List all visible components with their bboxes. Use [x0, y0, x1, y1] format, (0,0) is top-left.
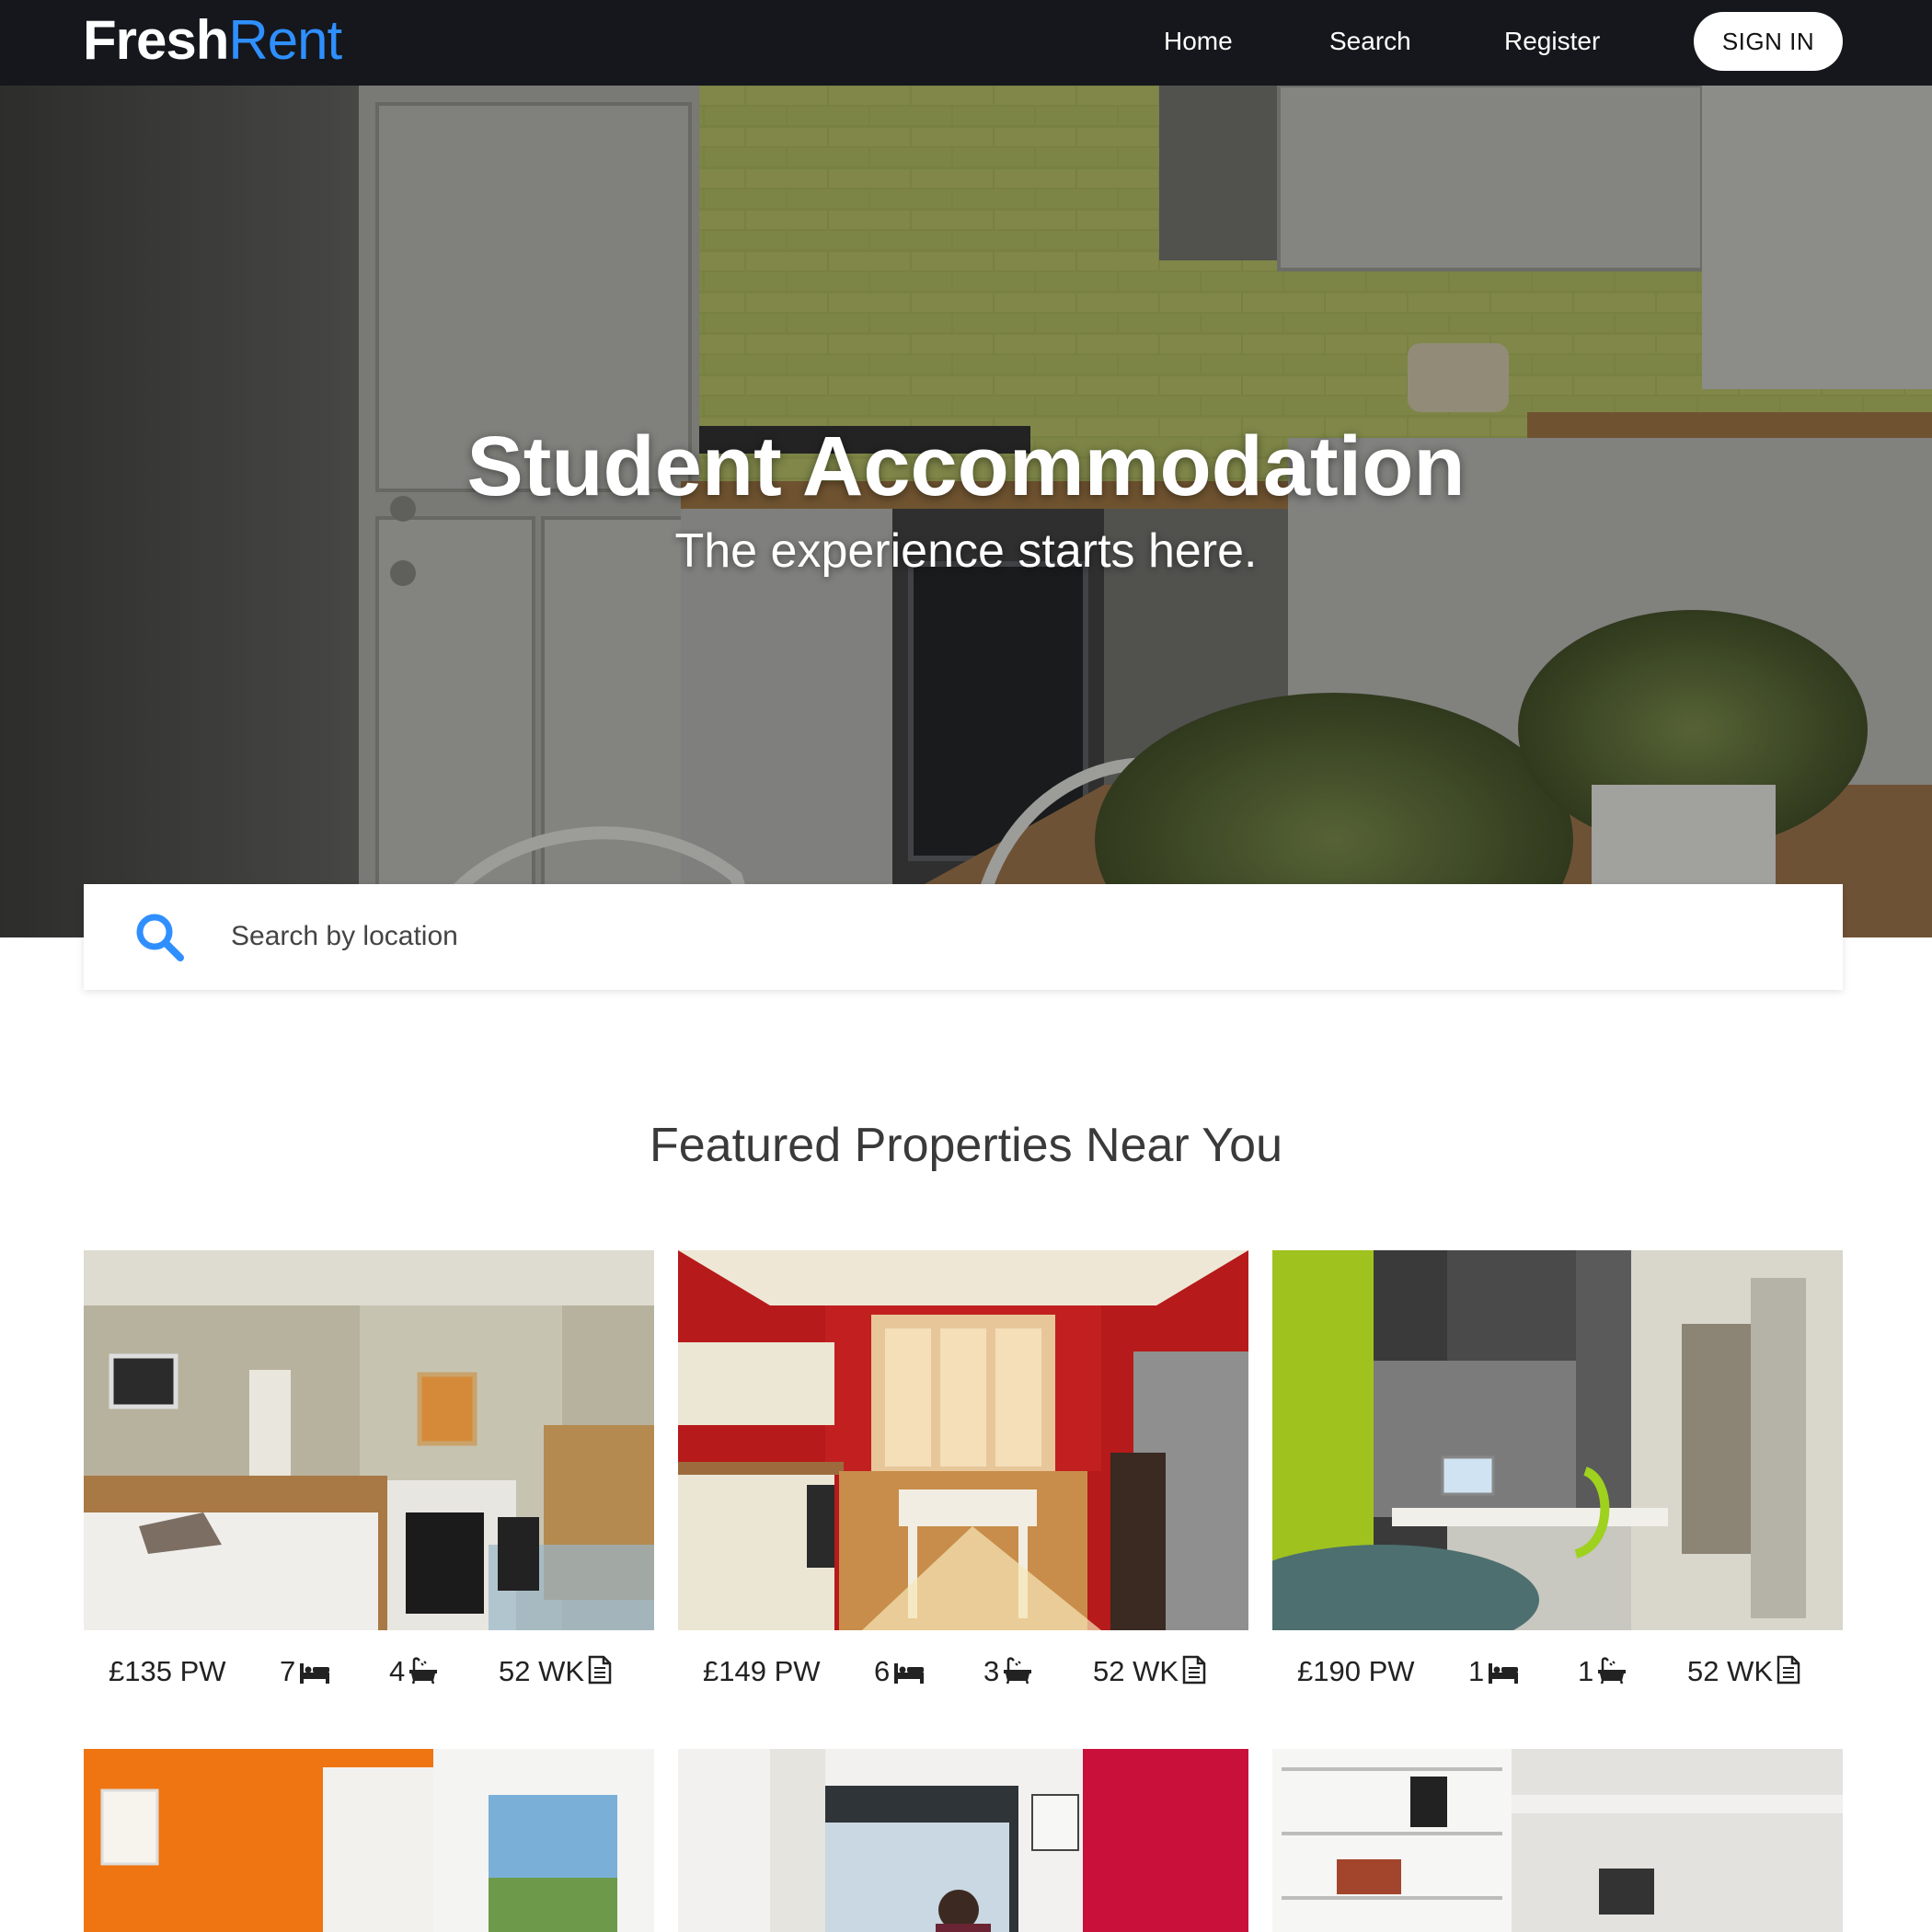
- weeks-value: 52 WK: [1687, 1655, 1774, 1687]
- property-baths: 4: [389, 1654, 438, 1689]
- baths-count: 3: [983, 1655, 1000, 1687]
- bath-icon: [409, 1657, 438, 1685]
- property-image-orange-room[interactable]: [84, 1749, 654, 1932]
- location-search-bar: [84, 884, 1843, 990]
- document-icon: [588, 1655, 612, 1685]
- property-price: £149 PW: [703, 1655, 821, 1687]
- property-image-kitchen[interactable]: [678, 1250, 1248, 1630]
- property-price: £190 PW: [1297, 1655, 1415, 1687]
- brand-logo[interactable]: FreshRent: [83, 9, 342, 71]
- hero-banner: Student Accommodation The experience sta…: [0, 86, 1932, 937]
- bed-icon: [894, 1663, 925, 1684]
- property-card[interactable]: £190 PW 1 1 52 WK: [1272, 1250, 1843, 1713]
- property-beds: 1: [1468, 1654, 1519, 1689]
- baths-count: 4: [389, 1655, 406, 1687]
- weeks-value: 52 WK: [499, 1655, 585, 1687]
- property-weeks: 52 WK: [1687, 1654, 1800, 1689]
- property-card[interactable]: [678, 1749, 1248, 1932]
- property-card[interactable]: £135 PW 7 4 52 WK: [84, 1250, 654, 1713]
- hero-title: Student Accommodation: [466, 420, 1466, 513]
- property-baths: 3: [983, 1654, 1032, 1689]
- featured-section-title: Featured Properties Near You: [650, 1119, 1282, 1172]
- baths-count: 1: [1578, 1655, 1594, 1687]
- property-card[interactable]: £149 PW 6 3 52 WK: [678, 1250, 1248, 1713]
- logo-fresh: Fresh: [83, 9, 229, 71]
- beds-count: 7: [280, 1655, 296, 1687]
- property-stats: £135 PW 7 4 52 WK: [84, 1630, 654, 1713]
- property-image-white-shelves[interactable]: [1272, 1749, 1843, 1932]
- document-icon: [1182, 1655, 1206, 1685]
- property-image-studio[interactable]: [1272, 1250, 1843, 1630]
- property-stats: £190 PW 1 1 52 WK: [1272, 1630, 1843, 1713]
- beds-count: 6: [874, 1655, 891, 1687]
- sign-in-button[interactable]: SIGN IN: [1694, 12, 1843, 71]
- property-card[interactable]: [1272, 1749, 1843, 1932]
- bed-icon: [300, 1663, 330, 1684]
- property-weeks: 52 WK: [499, 1654, 612, 1689]
- weeks-value: 52 WK: [1093, 1655, 1179, 1687]
- property-price: £135 PW: [109, 1655, 226, 1687]
- location-search-input[interactable]: [231, 904, 1795, 969]
- property-card[interactable]: [84, 1749, 654, 1932]
- document-icon: [1777, 1655, 1800, 1685]
- property-image-red-room[interactable]: [678, 1749, 1248, 1932]
- logo-rent: Rent: [228, 9, 342, 71]
- nav-register-link[interactable]: Register: [1504, 26, 1600, 57]
- nav-search-link[interactable]: Search: [1329, 26, 1411, 57]
- search-icon[interactable]: [134, 912, 186, 963]
- property-image-bedroom[interactable]: [84, 1250, 654, 1630]
- top-navbar: FreshRent Home Search Register SIGN IN: [0, 0, 1932, 86]
- bed-icon: [1489, 1663, 1519, 1684]
- property-beds: 7: [280, 1654, 330, 1689]
- property-weeks: 52 WK: [1093, 1654, 1206, 1689]
- property-beds: 6: [874, 1654, 925, 1689]
- property-baths: 1: [1578, 1654, 1627, 1689]
- property-stats: £149 PW 6 3 52 WK: [678, 1630, 1248, 1713]
- nav-home-link[interactable]: Home: [1164, 26, 1233, 57]
- beds-count: 1: [1468, 1655, 1485, 1687]
- bath-icon: [1598, 1657, 1627, 1685]
- bath-icon: [1004, 1657, 1032, 1685]
- hero-subtitle: The experience starts here.: [674, 524, 1258, 578]
